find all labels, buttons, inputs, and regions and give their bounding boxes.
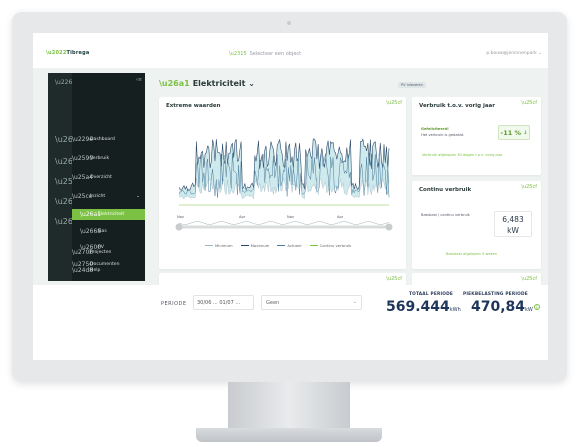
basislast-unit: kW (507, 226, 519, 235)
extreme-chart (175, 138, 393, 231)
congrats-text: Gefeliciteerd! (421, 127, 449, 131)
compare-select[interactable]: Geen ⌄ (261, 295, 362, 310)
x-tick-1: Nov (177, 215, 185, 219)
x-tick-3: Nov (287, 215, 295, 219)
expand-icon[interactable]: \u25cf (386, 276, 402, 282)
continu-verbruik-card: Continu verbruik \u25cf Basislast / cont… (412, 181, 541, 269)
legend-continu[interactable]: Continu verbruik (309, 243, 351, 248)
legend-minimum[interactable]: Minimum (205, 243, 233, 248)
chevron-down-icon: ⌄ (136, 194, 140, 199)
period-summary: PERIODE 30/06 ... 01/07 ... Geen ⌄ TOTAAL… (33, 285, 548, 360)
arrow-down-icon: ↓ (523, 129, 528, 136)
range-handle-start (175, 223, 183, 231)
select-value: Geen (266, 300, 280, 306)
series-maximum (178, 138, 390, 192)
legend-maximum[interactable]: Maximum (240, 243, 269, 248)
search-icon: \u25ce (72, 193, 93, 200)
app-screen: \u2022Tibrega \u2315 Selecteer een object… (33, 33, 548, 360)
totaal-value: 569.444kWh (386, 299, 461, 315)
card-title: Continu verbruik (419, 187, 472, 193)
decrease-text: Het verbruik is gedaald. (421, 133, 465, 137)
pv-badge[interactable]: PV inleveren (398, 82, 426, 88)
period-label: PERIODE (161, 301, 187, 307)
period-input[interactable]: 30/06 ... 01/07 ... (193, 295, 254, 310)
page-title[interactable]: \u26a1 Elektriciteit ⌄ (159, 79, 255, 88)
bolt-icon: \u26a1 (159, 79, 190, 88)
card-title: Verbruik t.o.v. vorig jaar (419, 103, 495, 109)
search-placeholder: Selecteer een object (249, 51, 302, 57)
dashboard-icon: \u229e (72, 136, 93, 143)
sidebar-item-dashboard[interactable]: \u229e Dashboard (72, 134, 145, 145)
legend-actueel[interactable]: Actueel (277, 243, 302, 248)
monitor-mockup: \u2022Tibrega \u2315 Selecteer een object… (0, 0, 579, 446)
totaal-unit: kWh (449, 307, 461, 313)
sidebar-item-gas[interactable]: \u2668 Gas (72, 226, 145, 237)
x-tick-2: Apr (239, 215, 246, 219)
basislast-value-box: 6,483 kW (494, 211, 532, 237)
expand-icon[interactable]: \u25cf (521, 184, 537, 190)
bar-chart-icon: \u2590 (72, 155, 94, 162)
sidebar-item-inzicht[interactable]: \u25ce Inzicht ⌄ (72, 191, 145, 202)
range-slider-preview (178, 221, 390, 225)
sidebar-item-projecten[interactable]: \u270b Projecten (72, 247, 145, 258)
expand-icon[interactable]: \u25cf (521, 100, 537, 106)
sidebar-item-elektriciteit[interactable]: \u26a1 Elektriciteit (72, 209, 145, 220)
vorig-jaar-link[interactable]: Verbruik afgelopen 30 dagen t.o.v. vorig… (422, 153, 502, 157)
piek-unit: kW (525, 307, 533, 313)
document-icon: \u25a4 (72, 174, 93, 181)
monitor-stand-foot (196, 428, 382, 442)
piek-value: 470,84kW i (471, 299, 540, 315)
expand-icon[interactable]: \u25cf (386, 100, 402, 106)
piek-label: PIEKBELASTING PERIODE (463, 292, 528, 297)
app-logo[interactable]: \u2022Tibrega (46, 50, 89, 56)
basislast-value: 6,483 (502, 215, 524, 224)
sidebar-item-help[interactable]: \u24d8 Help (72, 265, 145, 276)
flame-icon: \u2668 (80, 228, 102, 235)
expand-icon[interactable]: \u25cf (521, 276, 537, 282)
vorig-jaar-card: Verbruik t.o.v. vorig jaar \u25cf Gefeli… (412, 97, 541, 175)
extreme-waarden-card: Extreme waarden \u25cf Nov Apr Nov Apr M… (159, 97, 406, 269)
change-percentage: -11 % ↓ (498, 125, 530, 140)
basislast-link[interactable]: Basislast afgelopen 4 weken (446, 252, 497, 256)
bolt-icon: \u26a1 (80, 211, 101, 218)
monitor-camera (287, 21, 291, 25)
card-title: Extreme waarden (166, 103, 221, 109)
sidebar-item-verbruik[interactable]: \u2590 Verbruik (72, 153, 145, 164)
top-bar: \u2022Tibrega \u2315 Selecteer een object… (33, 33, 548, 69)
range-handle-end (385, 223, 393, 231)
collapse-menu-button[interactable]: ‹≡ (136, 77, 142, 83)
user-menu[interactable]: p.bouw@jeninnenpark ⌄ (486, 51, 542, 56)
icon-rail: \u2261 \u26a0 \u263a \u25a6 \u2609 \u261… (48, 73, 83, 281)
info-icon[interactable]: i (533, 304, 540, 310)
sidebar-item-overzicht[interactable]: \u25a4 Overzicht (72, 172, 145, 183)
totaal-label: TOTAAL PERIODE (409, 292, 454, 297)
chart-legend: Minimum Maximum Actueel Continu verbruik (205, 243, 351, 248)
monitor-stand-neck (228, 382, 350, 430)
search-icon: \u2315 (229, 51, 247, 57)
basislast-label: Basislast / continu verbruik (421, 213, 470, 217)
hand-icon: \u270b (72, 249, 94, 256)
object-search[interactable]: \u2315 Selecteer een object (229, 51, 301, 57)
x-tick-4: Apr (337, 215, 344, 219)
chevron-down-icon: ⌄ (352, 299, 357, 305)
info-icon: \u24d8 (72, 267, 94, 274)
